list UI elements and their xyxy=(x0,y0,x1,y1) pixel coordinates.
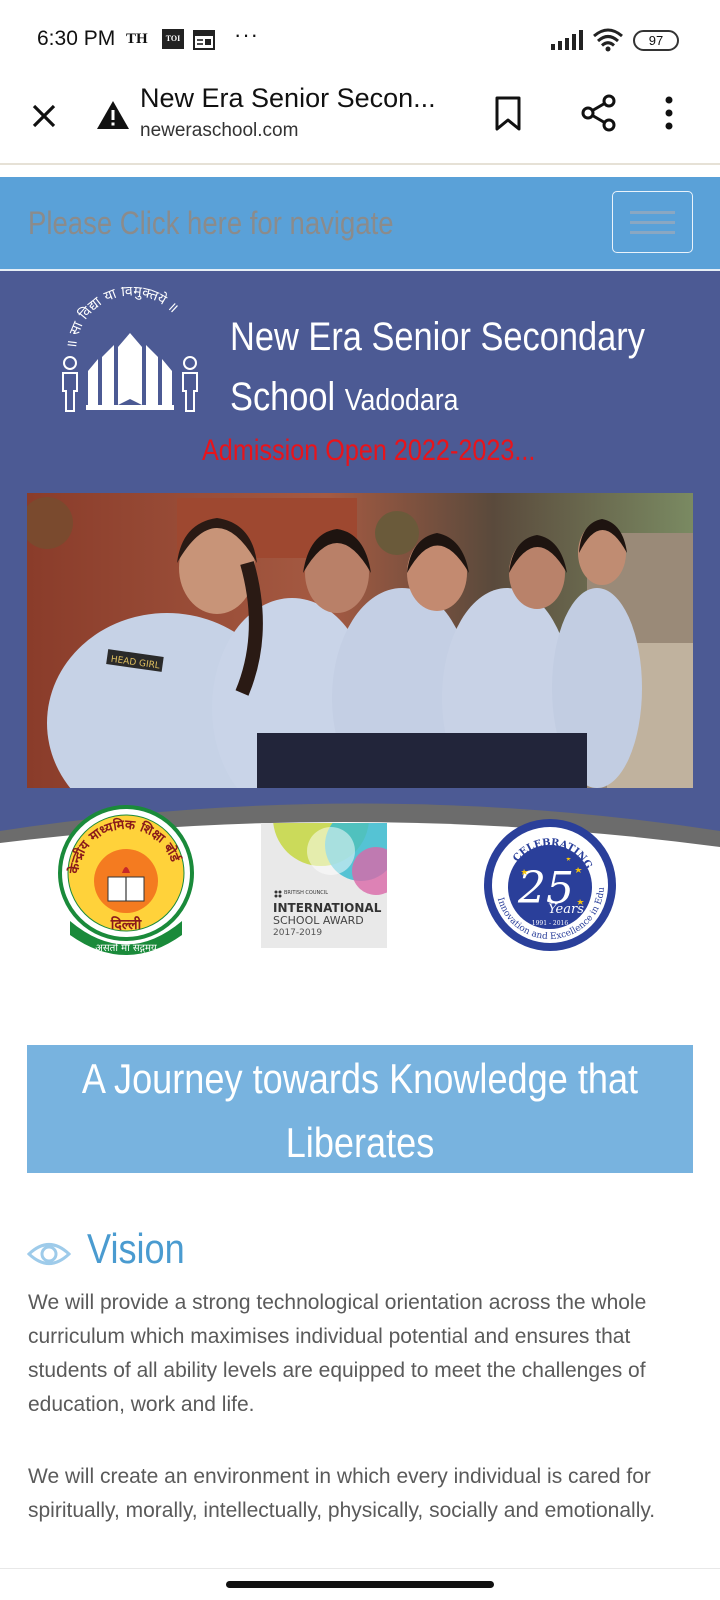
cbse-emblem[interactable]: केन्द्रीय माध्यमिक शिक्षा बोर्ड दिल्ली अ… xyxy=(56,803,196,961)
browser-toolbar: New Era Senior Secon... neweraschool.com xyxy=(0,80,720,165)
bookmark-icon[interactable] xyxy=(494,96,522,132)
school-name: New Era Senior Secondary School Vadodara xyxy=(230,307,645,430)
page-title[interactable]: New Era Senior Secon... xyxy=(140,83,436,114)
journey-line1: A Journey towards Knowledge that xyxy=(81,1055,639,1102)
award-line1: INTERNATIONAL xyxy=(273,901,382,915)
school-logo[interactable]: ॥ सा विद्या या विमुक्तये ॥ xyxy=(58,287,202,427)
award-graphic: BRITISH COUNCIL INTERNATIONAL SCHOOL AWA… xyxy=(273,823,387,938)
award-years: 2017-2019 xyxy=(273,928,322,938)
navigate-link[interactable]: Please Click here for navigate xyxy=(28,205,394,242)
25-years-emblem[interactable]: Innovation and Excellence in Education C… xyxy=(482,817,618,953)
the-hindu-notification-icon: TH xyxy=(126,31,148,47)
battery-icon: 97 xyxy=(633,30,679,51)
more-notifications-icon: ··· xyxy=(234,22,259,47)
url-display[interactable]: neweraschool.com xyxy=(140,120,298,142)
cbse-city: दिल्ली xyxy=(110,916,143,933)
site-navbar: Please Click here for navigate xyxy=(0,177,720,271)
journey-line2: Liberates xyxy=(285,1119,435,1166)
vision-title: Vision xyxy=(87,1225,185,1272)
signal-icon xyxy=(551,30,583,50)
international-school-award[interactable]: BRITISH COUNCIL INTERNATIONAL SCHOOL AWA… xyxy=(261,823,387,948)
close-icon[interactable] xyxy=(26,98,62,134)
award-line2: SCHOOL AWARD xyxy=(273,914,364,927)
british-council-text: BRITISH COUNCIL xyxy=(284,890,328,896)
overflow-menu-icon[interactable] xyxy=(664,96,674,130)
toi-notification-icon: TOI xyxy=(162,29,184,49)
not-secure-warning-icon[interactable] xyxy=(96,100,130,130)
hamburger-line xyxy=(630,231,675,234)
status-bar: 6:30 PM TH TOI ··· 97 xyxy=(0,0,720,80)
hamburger-line xyxy=(630,221,675,224)
svg-text:॥ सा विद्या या विमुक्तये ॥: ॥ सा विद्या या विमुक्तये ॥ xyxy=(64,287,181,350)
students-photo: HEAD GIRL xyxy=(27,493,693,788)
home-indicator[interactable] xyxy=(226,1581,494,1588)
admission-notice[interactable]: Admission Open 2022-2023... xyxy=(202,434,535,468)
vision-paragraph-1: We will provide a strong technological o… xyxy=(28,1291,647,1416)
anniversary-years: 1991 - 2016 xyxy=(532,920,569,927)
hamburger-line xyxy=(630,211,675,214)
status-time: 6:30 PM xyxy=(37,27,116,50)
logo-motto: ॥ सा विद्या या विमुक्तये ॥ xyxy=(64,287,181,350)
hero-section: ॥ सा विद्या या विमुक्तये ॥ New Era Senio… xyxy=(0,271,720,965)
vision-paragraph-2: We will create an environment in which e… xyxy=(28,1465,656,1522)
cbse-motto: असतो मा सद्गमय xyxy=(95,942,157,954)
journey-banner: A Journey towards Knowledge that Liberat… xyxy=(27,1045,693,1173)
share-icon[interactable] xyxy=(580,94,618,132)
school-city: Vadodara xyxy=(344,382,459,417)
school-name-line2: School xyxy=(230,375,336,419)
news-notification-icon xyxy=(193,30,215,50)
eye-icon xyxy=(27,1243,71,1265)
wifi-icon xyxy=(593,28,623,52)
hamburger-menu-button[interactable] xyxy=(612,191,693,253)
school-name-line1: New Era Senior Secondary xyxy=(230,315,645,359)
